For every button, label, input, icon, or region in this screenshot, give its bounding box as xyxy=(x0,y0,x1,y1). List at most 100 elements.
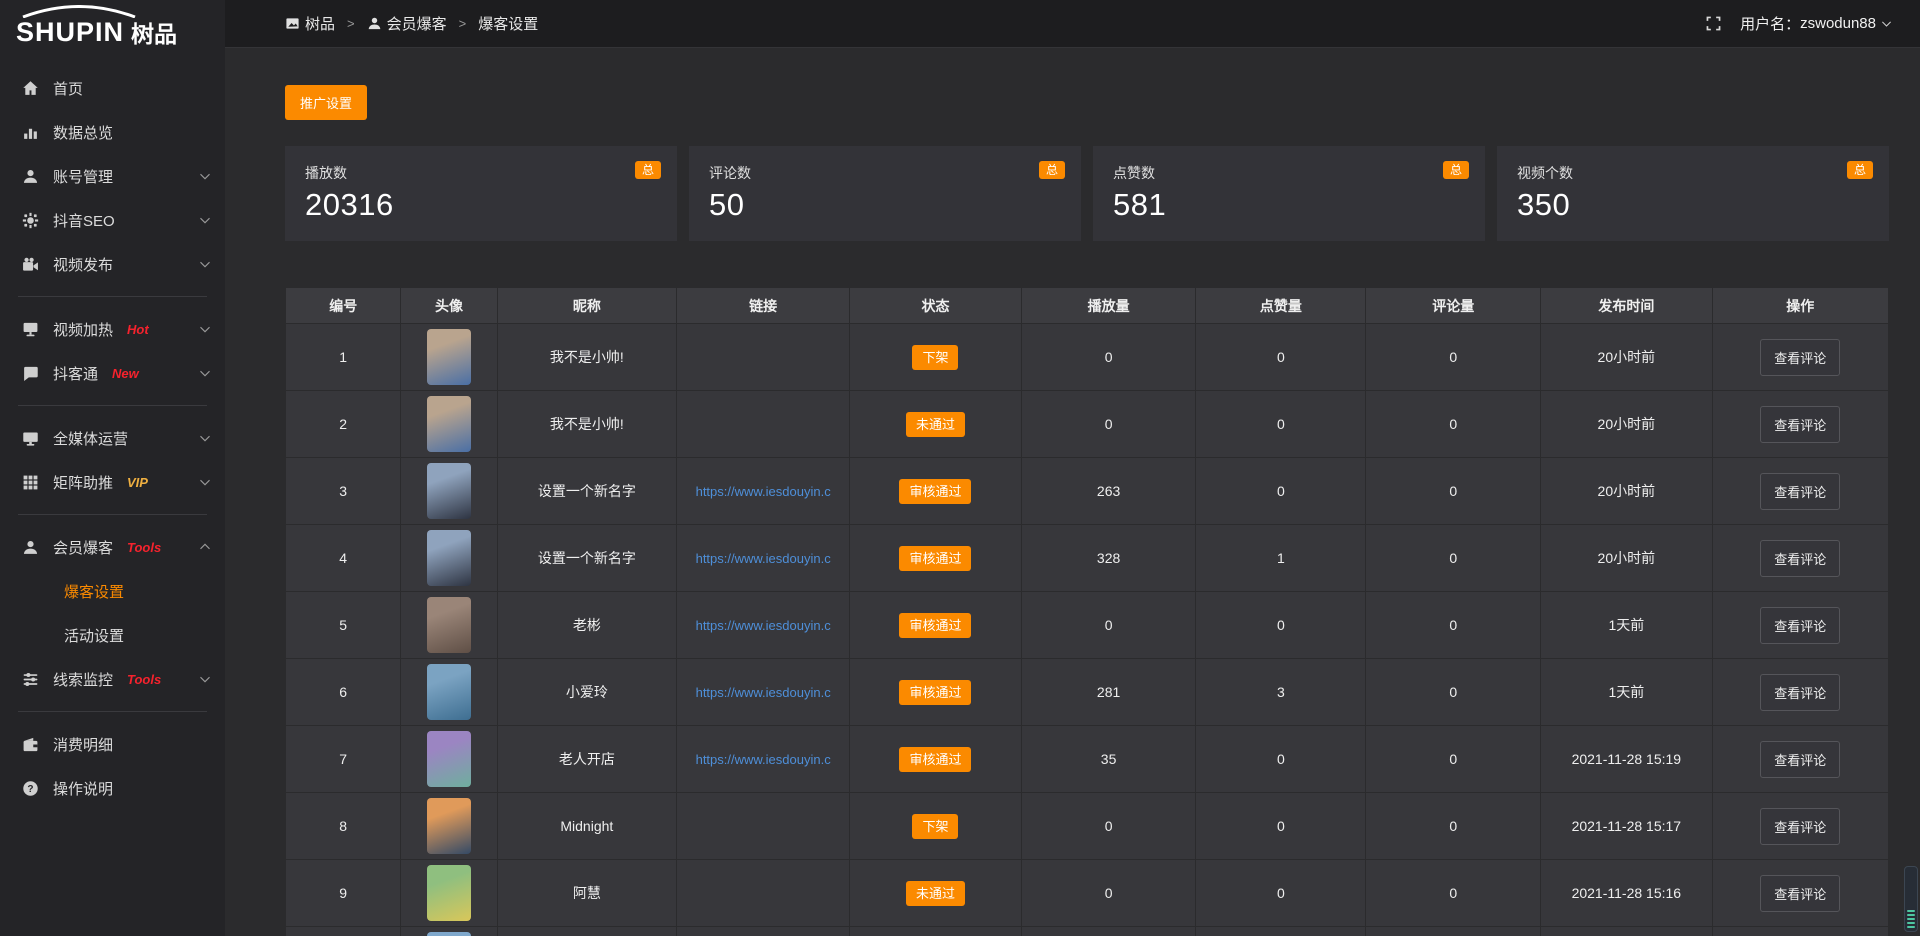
sidebar-item-6[interactable]: 抖客通New xyxy=(0,351,225,395)
sidebar-subitem-9-1[interactable]: 活动设置 xyxy=(0,613,225,657)
sidebar-item-3[interactable]: 抖音SEO xyxy=(0,198,225,242)
cell-likes: 0 xyxy=(1196,324,1366,391)
view-comments-button[interactable]: 查看评论 xyxy=(1760,875,1840,912)
main-column: 树品>会员爆客>爆客设置 用户名：zswodun88 推广设置 播放数20316… xyxy=(225,0,1920,936)
video-link[interactable]: https://www.iesdouyin.c xyxy=(677,752,849,767)
cell-link xyxy=(677,927,850,936)
video-link[interactable]: https://www.iesdouyin.c xyxy=(677,551,849,566)
cell-id: 5 xyxy=(286,592,401,659)
cell-link: https://www.iesdouyin.c xyxy=(677,592,850,659)
app-logo[interactable]: SHUPIN 树品 xyxy=(0,0,225,52)
sidebar-item-0[interactable]: 首页 xyxy=(0,66,225,110)
breadcrumb-item-0[interactable]: 树品 xyxy=(285,13,335,34)
chevron-down-icon xyxy=(199,476,211,488)
user-icon xyxy=(22,539,39,556)
sidebar-item-1[interactable]: 数据总览 xyxy=(0,110,225,154)
avatar[interactable] xyxy=(427,530,471,586)
table-row: 1我不是小帅!下架00020小时前查看评论 xyxy=(286,324,1889,391)
fullscreen-icon[interactable] xyxy=(1705,15,1722,32)
widget-stripe xyxy=(1907,918,1915,920)
view-comments-button[interactable]: 查看评论 xyxy=(1760,607,1840,644)
sidebar-item-label: 线索监控 xyxy=(53,669,113,690)
sidebar-item-4[interactable]: 视频发布 xyxy=(0,242,225,286)
sidebar-item-12[interactable]: ?操作说明 xyxy=(0,766,225,810)
app-root: SHUPIN 树品 首页数据总览账号管理抖音SEO视频发布视频加热Hot抖客通N… xyxy=(0,0,1920,936)
sidebar-item-8[interactable]: 矩阵助推VIP xyxy=(0,460,225,504)
stat-cards: 播放数20316总评论数50总点赞数581总视频个数350总 xyxy=(285,146,1889,241)
cell-time: 1天前 xyxy=(1541,659,1713,726)
video-link[interactable]: https://www.iesdouyin.c xyxy=(677,685,849,700)
table-row: 9阿慧未通过0002021-11-28 15:16查看评论 xyxy=(286,860,1889,927)
breadcrumb-item-2[interactable]: 爆客设置 xyxy=(478,13,538,34)
avatar[interactable] xyxy=(427,798,471,854)
cell-plays: 0 xyxy=(1021,324,1196,391)
view-comments-button[interactable]: 查看评论 xyxy=(1760,339,1840,376)
stat-card-value: 50 xyxy=(709,187,1061,223)
avatar[interactable] xyxy=(427,932,471,936)
status-badge[interactable]: 审核通过 xyxy=(899,680,971,705)
avatar[interactable] xyxy=(427,463,471,519)
cell-plays: 0 xyxy=(1021,793,1196,860)
cell-link: https://www.iesdouyin.c xyxy=(677,726,850,793)
column-header: 评论量 xyxy=(1366,288,1541,324)
sidebar-item-label: 账号管理 xyxy=(53,166,113,187)
avatar[interactable] xyxy=(427,731,471,787)
cell-comments: 0 xyxy=(1366,659,1541,726)
sidebar-item-11[interactable]: 消费明细 xyxy=(0,722,225,766)
stat-card-3: 视频个数350总 xyxy=(1497,146,1889,241)
cell-time: 1天前 xyxy=(1541,592,1713,659)
status-badge[interactable]: 审核通过 xyxy=(899,613,971,638)
cell-id: 9 xyxy=(286,860,401,927)
user-menu[interactable]: 用户名：zswodun88 xyxy=(1740,13,1892,34)
view-comments-button[interactable]: 查看评论 xyxy=(1760,674,1840,711)
sidebar-divider xyxy=(18,711,207,712)
cell-link xyxy=(677,793,850,860)
cell-avatar xyxy=(401,391,497,458)
cell-plays: 281 xyxy=(1021,659,1196,726)
sidebar-item-9[interactable]: 会员爆客Tools xyxy=(0,525,225,569)
cell-id: 4 xyxy=(286,525,401,592)
view-comments-button[interactable]: 查看评论 xyxy=(1760,741,1840,778)
breadcrumb-item-1[interactable]: 会员爆客 xyxy=(367,13,447,34)
cell-time: 20小时前 xyxy=(1541,525,1713,592)
stat-card-label: 点赞数 xyxy=(1113,163,1465,183)
status-badge[interactable]: 未通过 xyxy=(906,881,965,906)
cell-action: 查看评论 xyxy=(1712,726,1888,793)
status-badge[interactable]: 审核通过 xyxy=(899,747,971,772)
cell-status: 审核通过 xyxy=(850,525,1022,592)
status-badge[interactable]: 未通过 xyxy=(906,412,965,437)
floating-widget[interactable] xyxy=(1904,866,1918,932)
sliders-icon xyxy=(22,671,39,688)
topbar: 树品>会员爆客>爆客设置 用户名：zswodun88 xyxy=(225,0,1920,48)
cell-comments: 0 xyxy=(1366,391,1541,458)
avatar[interactable] xyxy=(427,597,471,653)
total-badge: 总 xyxy=(1847,161,1873,179)
column-header: 编号 xyxy=(286,288,401,324)
widget-stripe xyxy=(1907,926,1915,928)
widget-stripe xyxy=(1907,910,1915,912)
gear-icon xyxy=(22,212,39,229)
avatar[interactable] xyxy=(427,396,471,452)
status-badge[interactable]: 下架 xyxy=(912,814,958,839)
avatar[interactable] xyxy=(427,329,471,385)
sidebar-subitem-9-0[interactable]: 爆客设置 xyxy=(0,569,225,613)
status-badge[interactable]: 下架 xyxy=(912,345,958,370)
video-link[interactable]: https://www.iesdouyin.c xyxy=(677,618,849,633)
stat-card-0: 播放数20316总 xyxy=(285,146,677,241)
view-comments-button[interactable]: 查看评论 xyxy=(1760,473,1840,510)
status-badge[interactable]: 审核通过 xyxy=(899,546,971,571)
view-comments-button[interactable]: 查看评论 xyxy=(1760,808,1840,845)
view-comments-button[interactable]: 查看评论 xyxy=(1760,540,1840,577)
view-comments-button[interactable]: 查看评论 xyxy=(1760,406,1840,443)
avatar[interactable] xyxy=(427,664,471,720)
avatar[interactable] xyxy=(427,865,471,921)
sidebar-item-2[interactable]: 账号管理 xyxy=(0,154,225,198)
cell-nickname: Midnight xyxy=(497,793,677,860)
sidebar-item-7[interactable]: 全媒体运营 xyxy=(0,416,225,460)
sidebar-item-5[interactable]: 视频加热Hot xyxy=(0,307,225,351)
promo-settings-button[interactable]: 推广设置 xyxy=(285,85,367,120)
sidebar-item-10[interactable]: 线索监控Tools xyxy=(0,657,225,701)
video-link[interactable]: https://www.iesdouyin.c xyxy=(677,484,849,499)
cell-avatar xyxy=(401,458,497,525)
status-badge[interactable]: 审核通过 xyxy=(899,479,971,504)
